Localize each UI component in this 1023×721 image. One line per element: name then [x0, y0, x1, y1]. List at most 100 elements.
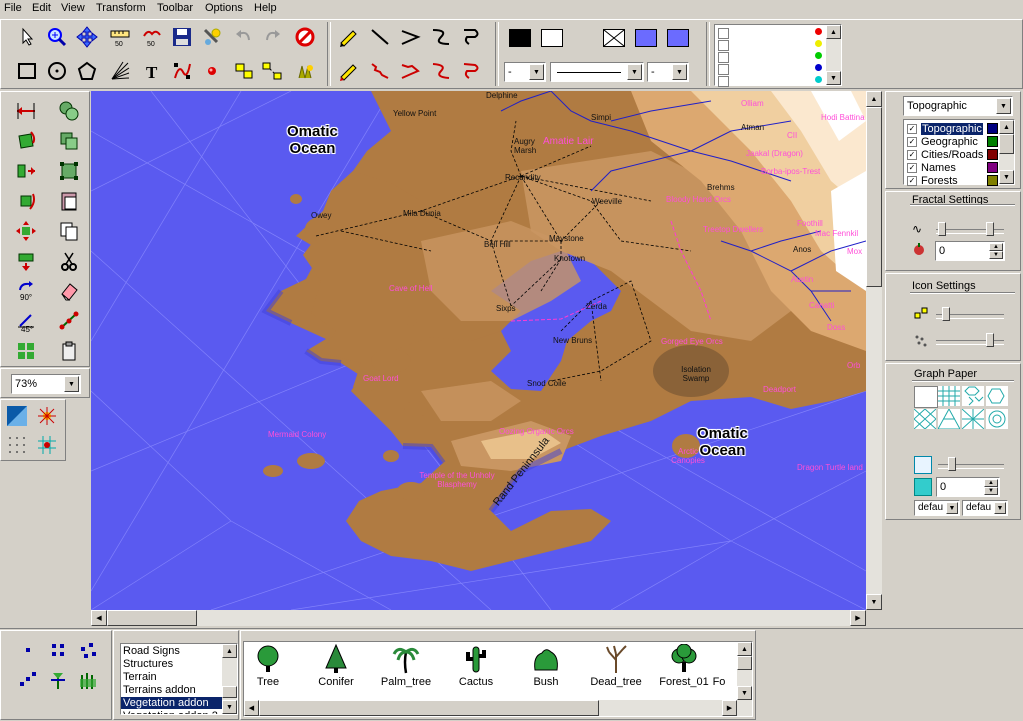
node-grid-icon[interactable] — [56, 158, 82, 184]
hex-grid-alt-icon[interactable] — [986, 386, 1008, 406]
menu-options[interactable]: Options — [205, 2, 243, 14]
grid-size-thumb[interactable] — [948, 457, 956, 471]
menu-view[interactable]: View — [61, 2, 85, 14]
fractal-line-icon[interactable] — [367, 58, 393, 84]
rotate-free-icon[interactable] — [13, 188, 39, 214]
layer-item[interactable]: ✓ Names — [907, 161, 956, 174]
duplicate-shape-icon[interactable] — [56, 128, 82, 154]
category-item[interactable]: Vegetation addon 2 — [123, 710, 218, 714]
symbol-category-list[interactable]: Road Signs Structures Terrain Terrains a… — [120, 643, 238, 715]
scroll-right-icon[interactable]: ▶ — [850, 610, 866, 626]
layer-color[interactable] — [987, 175, 998, 186]
map-vertical-scrollbar[interactable]: ▲ ▼ — [866, 91, 882, 610]
single-symbol-icon[interactable] — [15, 637, 41, 663]
copy-icon[interactable] — [56, 218, 82, 244]
layer-color[interactable] — [987, 136, 998, 147]
layer-item[interactable]: ✓ Topographic — [907, 122, 983, 135]
polyline-tool-icon[interactable] — [397, 24, 423, 50]
category-item[interactable]: Road Signs — [123, 645, 180, 657]
rotate-45-icon[interactable]: 45° — [13, 308, 39, 334]
scroll-down-icon[interactable]: ▼ — [826, 71, 841, 85]
scroll-up-icon[interactable]: ▲ — [737, 642, 752, 656]
checkbox[interactable]: ✓ — [907, 162, 917, 173]
category-item-selected[interactable]: Vegetation addon — [121, 697, 223, 709]
fractal-freehand-icon[interactable] — [335, 58, 361, 84]
special-effects-icon[interactable] — [292, 58, 318, 84]
hex-grid-icon[interactable] — [962, 386, 984, 406]
scroll-up-icon[interactable]: ▲ — [999, 120, 1014, 134]
line-color-swatch[interactable] — [509, 29, 531, 47]
paper-none-option[interactable] — [914, 386, 938, 408]
radial-grid-icon[interactable] — [986, 409, 1008, 429]
redo-icon[interactable] — [259, 24, 285, 50]
freehand-tool-icon[interactable] — [335, 24, 361, 50]
scroll-right-icon[interactable]: ▶ — [722, 700, 737, 716]
array-icon[interactable] — [13, 338, 39, 364]
rotate-shape-icon[interactable] — [13, 128, 39, 154]
node-edit-icon[interactable] — [56, 308, 82, 334]
scale-ruler-icon[interactable]: 50 — [107, 24, 133, 50]
fractal-curve-icon[interactable] — [459, 58, 485, 84]
flip-vertical-icon[interactable] — [13, 248, 39, 274]
layer-color[interactable] — [987, 123, 998, 134]
cut-icon[interactable] — [56, 248, 82, 274]
menu-file[interactable]: File — [4, 2, 22, 14]
scroll-thumb[interactable] — [259, 700, 599, 716]
layer-color[interactable] — [987, 162, 998, 173]
symbol-dead-tree[interactable]: Dead_tree — [582, 642, 650, 694]
fractal-polyline-icon[interactable] — [397, 58, 423, 84]
fractal-bezier-icon[interactable] — [428, 58, 454, 84]
symbol-palm-tree[interactable]: Palm_tree — [372, 642, 440, 694]
square-grid-icon[interactable] — [938, 386, 960, 406]
symbol-place-icon[interactable] — [45, 667, 71, 693]
symbol-fill-icon[interactable] — [75, 667, 101, 693]
layer-item[interactable]: ✓ Cities/Roads — [907, 148, 983, 161]
symbol-palette[interactable]: Tree Conifer Palm_tree Cactus Bush Dead_… — [243, 641, 753, 717]
clipboard-icon[interactable] — [56, 338, 82, 364]
line-style-select[interactable]: ▼ — [550, 62, 644, 82]
effect-sparkle-icon[interactable] — [34, 403, 60, 429]
category-item[interactable]: Structures — [123, 658, 173, 670]
rotate-90-icon[interactable]: 90° — [13, 278, 39, 304]
symbol-cactus[interactable]: Cactus — [442, 642, 510, 694]
spin-down-icon[interactable]: ▼ — [989, 251, 1003, 259]
grid-style-select-b[interactable]: defau ▼ — [962, 500, 1008, 516]
dash-style-select[interactable]: - ▼ — [504, 62, 546, 82]
dot-grid-icon[interactable] — [4, 432, 30, 458]
pan-icon[interactable] — [74, 24, 100, 50]
fractal-slider-right-thumb[interactable] — [986, 222, 994, 236]
category-item[interactable]: Terrain — [123, 671, 157, 683]
triangle-grid-icon[interactable] — [937, 407, 961, 430]
path-node-tool-icon[interactable] — [169, 58, 195, 84]
point-tool-icon[interactable] — [199, 58, 225, 84]
paste-icon[interactable] — [56, 188, 82, 214]
layers-list[interactable]: ✓ Topographic ✓ Geographic ✓ Cities/Roads ✓… — [903, 119, 1015, 187]
checkbox[interactable]: ✓ — [907, 136, 917, 147]
fill-color-swatch[interactable] — [541, 29, 563, 47]
fractal-slider-left-thumb[interactable] — [938, 222, 946, 236]
symbol-partial[interactable]: Fo — [704, 642, 734, 694]
fan-tool-icon[interactable] — [107, 58, 133, 84]
scroll-down-icon[interactable]: ▼ — [222, 700, 237, 714]
eraser-icon[interactable] — [56, 278, 82, 304]
scroll-down-icon[interactable]: ▼ — [866, 594, 882, 610]
spin-up-icon[interactable]: ▲ — [989, 243, 1003, 251]
polygon-tool-icon[interactable] — [74, 58, 100, 84]
bezier-tool-icon[interactable] — [428, 24, 454, 50]
select-arrow-icon[interactable] — [14, 24, 40, 50]
style-list[interactable]: ▲ ▼ — [714, 24, 842, 87]
map-canvas[interactable]: Omatic Ocean Omatic Ocean Amatie Lair Olli… — [91, 91, 866, 610]
layer-view-select[interactable]: Topographic ▼ — [903, 96, 1013, 116]
category-item[interactable]: Terrains addon — [123, 684, 196, 696]
scroll-thumb[interactable] — [737, 656, 752, 670]
save-icon[interactable] — [169, 24, 195, 50]
undo-icon[interactable] — [231, 24, 257, 50]
stop-icon[interactable] — [292, 24, 318, 50]
layer-item[interactable]: ✓ Geographic — [907, 135, 978, 148]
scroll-down-icon[interactable]: ▼ — [999, 170, 1014, 184]
menu-transform[interactable]: Transform — [96, 2, 146, 14]
symbol-bush[interactable]: Bush — [512, 642, 580, 694]
scroll-up-icon[interactable]: ▲ — [826, 25, 841, 39]
symbol-conifer[interactable]: Conifer — [302, 642, 370, 694]
zoom-select[interactable]: 73% ▼ — [11, 374, 81, 394]
